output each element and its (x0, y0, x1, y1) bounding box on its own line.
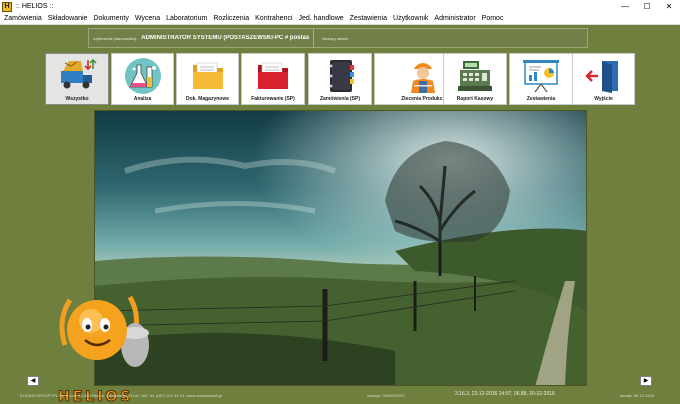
menu-administrator[interactable]: Administrator (434, 15, 475, 22)
maximize-button[interactable]: ☐ (636, 0, 658, 13)
menu-skladowanie[interactable]: Składowanie (48, 15, 88, 22)
red-folder-icon (258, 62, 288, 89)
prev-button[interactable]: ◀ (27, 376, 39, 386)
company-info: ELEWATORSOFT.PL Sp. z o.o., 64-920 Piła,… (20, 393, 222, 398)
toolbar-fakturowanie-label: Fakturowanie (SP) (251, 96, 295, 102)
helios-sun-mascot-icon (59, 295, 149, 367)
session-info-bar: użytkownik (stanowisko): ADMINISTRATOR S… (88, 28, 588, 48)
binder-icon (329, 60, 354, 92)
menu-zamowienia[interactable]: Zamówienia (4, 15, 42, 22)
toolbar-raport-kasowy-button[interactable]: Raport Kasowy (443, 53, 507, 105)
app-icon: H (2, 1, 12, 12)
landscape-illustration (95, 111, 586, 385)
info-divider (313, 29, 315, 47)
toolbar-zlecenia-label: Zlecenia Produkc. (401, 96, 444, 102)
user-label: użytkownik (stanowisko): (93, 35, 138, 41)
toolbar-dok-magazynowe-label: Dok. Magazynowe (185, 96, 230, 102)
toolbar-zamowienia-button[interactable]: Zamówienia (SP) (308, 53, 372, 105)
toolbar-wyjscie-label: Wyjście (594, 96, 613, 102)
toolbar-wszystko-button[interactable]: Wszystko (45, 53, 109, 105)
background-landscape-image (94, 110, 587, 386)
minimize-button[interactable]: — (614, 0, 636, 13)
toolbar-zestawienia-label: Zestawienia (526, 96, 556, 102)
window-title: :: HELIOS :: (16, 3, 54, 10)
menu-laboratorium[interactable]: Laboratorium (166, 15, 207, 22)
cash-register-icon (458, 61, 492, 91)
toolbar-raport-kasowy-label: Raport Kasowy (456, 96, 494, 102)
current-object-label: bieżący obiekt: (322, 35, 349, 41)
module-toolbar: Wszystko Analiza Dok. Magazynowe Fakturo… (45, 53, 635, 105)
toolbar-wyjscie-button[interactable]: Wyjście (572, 53, 635, 105)
toolbar-wszystko-label: Wszystko (65, 96, 89, 102)
toolbar-analiza-label: Analiza (133, 96, 152, 102)
helios-logo: HELIOS (55, 285, 155, 404)
menu-uzytkownik[interactable]: Użytkownik (393, 15, 428, 22)
menu-pomoc[interactable]: Pomoc (482, 15, 504, 22)
truck-icon (61, 58, 97, 89)
menu-jed-handlowe[interactable]: Jed. handlowe (299, 15, 344, 22)
status-footer: ELEWATORSOFT.PL Sp. z o.o., 64-920 Piła,… (0, 389, 680, 404)
toolbar-analiza-button[interactable]: Analiza (111, 53, 174, 105)
window-controls: — ☐ ✕ (614, 0, 680, 13)
toolbar-zestawienia-button[interactable]: Zestawienia (509, 53, 573, 105)
title-bar: H :: HELIOS :: — ☐ ✕ (0, 0, 680, 13)
version-date: wersja: 06-12-2016 (620, 393, 655, 398)
next-button[interactable]: ▶ (640, 376, 652, 386)
flask-icon (124, 58, 161, 94)
menu-dokumenty[interactable]: Dokumenty (93, 15, 128, 22)
presentation-icon (523, 60, 559, 93)
main-area: użytkownik (stanowisko): ADMINISTRATOR S… (0, 25, 680, 404)
exit-door-icon (584, 61, 618, 93)
license-info: licencja: 3000004757 (367, 393, 405, 398)
toolbar-zamowienia-label: Zamówienia (SP) (319, 96, 360, 102)
menu-wycena[interactable]: Wycena (135, 15, 160, 22)
menu-bar: Zamówienia Składowanie Dokumenty Wycena … (0, 13, 680, 25)
worker-icon (410, 63, 435, 93)
toolbar-dok-magazynowe-button[interactable]: Dok. Magazynowe (176, 53, 239, 105)
menu-rozliczenia[interactable]: Rozliczenia (213, 15, 249, 22)
version-info: 3.16.3, 23-12-2016 14:07, 06.88, 20-12-2… (455, 391, 555, 397)
toolbar-fakturowanie-button[interactable]: Fakturowanie (SP) (241, 53, 305, 105)
close-button[interactable]: ✕ (658, 0, 680, 13)
user-value: ADMINISTRATOR SYSTEMU (POSTASZEWSKI-PC #… (141, 35, 310, 41)
folder-icon (192, 62, 223, 89)
menu-kontrahenci[interactable]: Kontrahenci (255, 15, 292, 22)
menu-zestawienia[interactable]: Zestawienia (350, 15, 387, 22)
